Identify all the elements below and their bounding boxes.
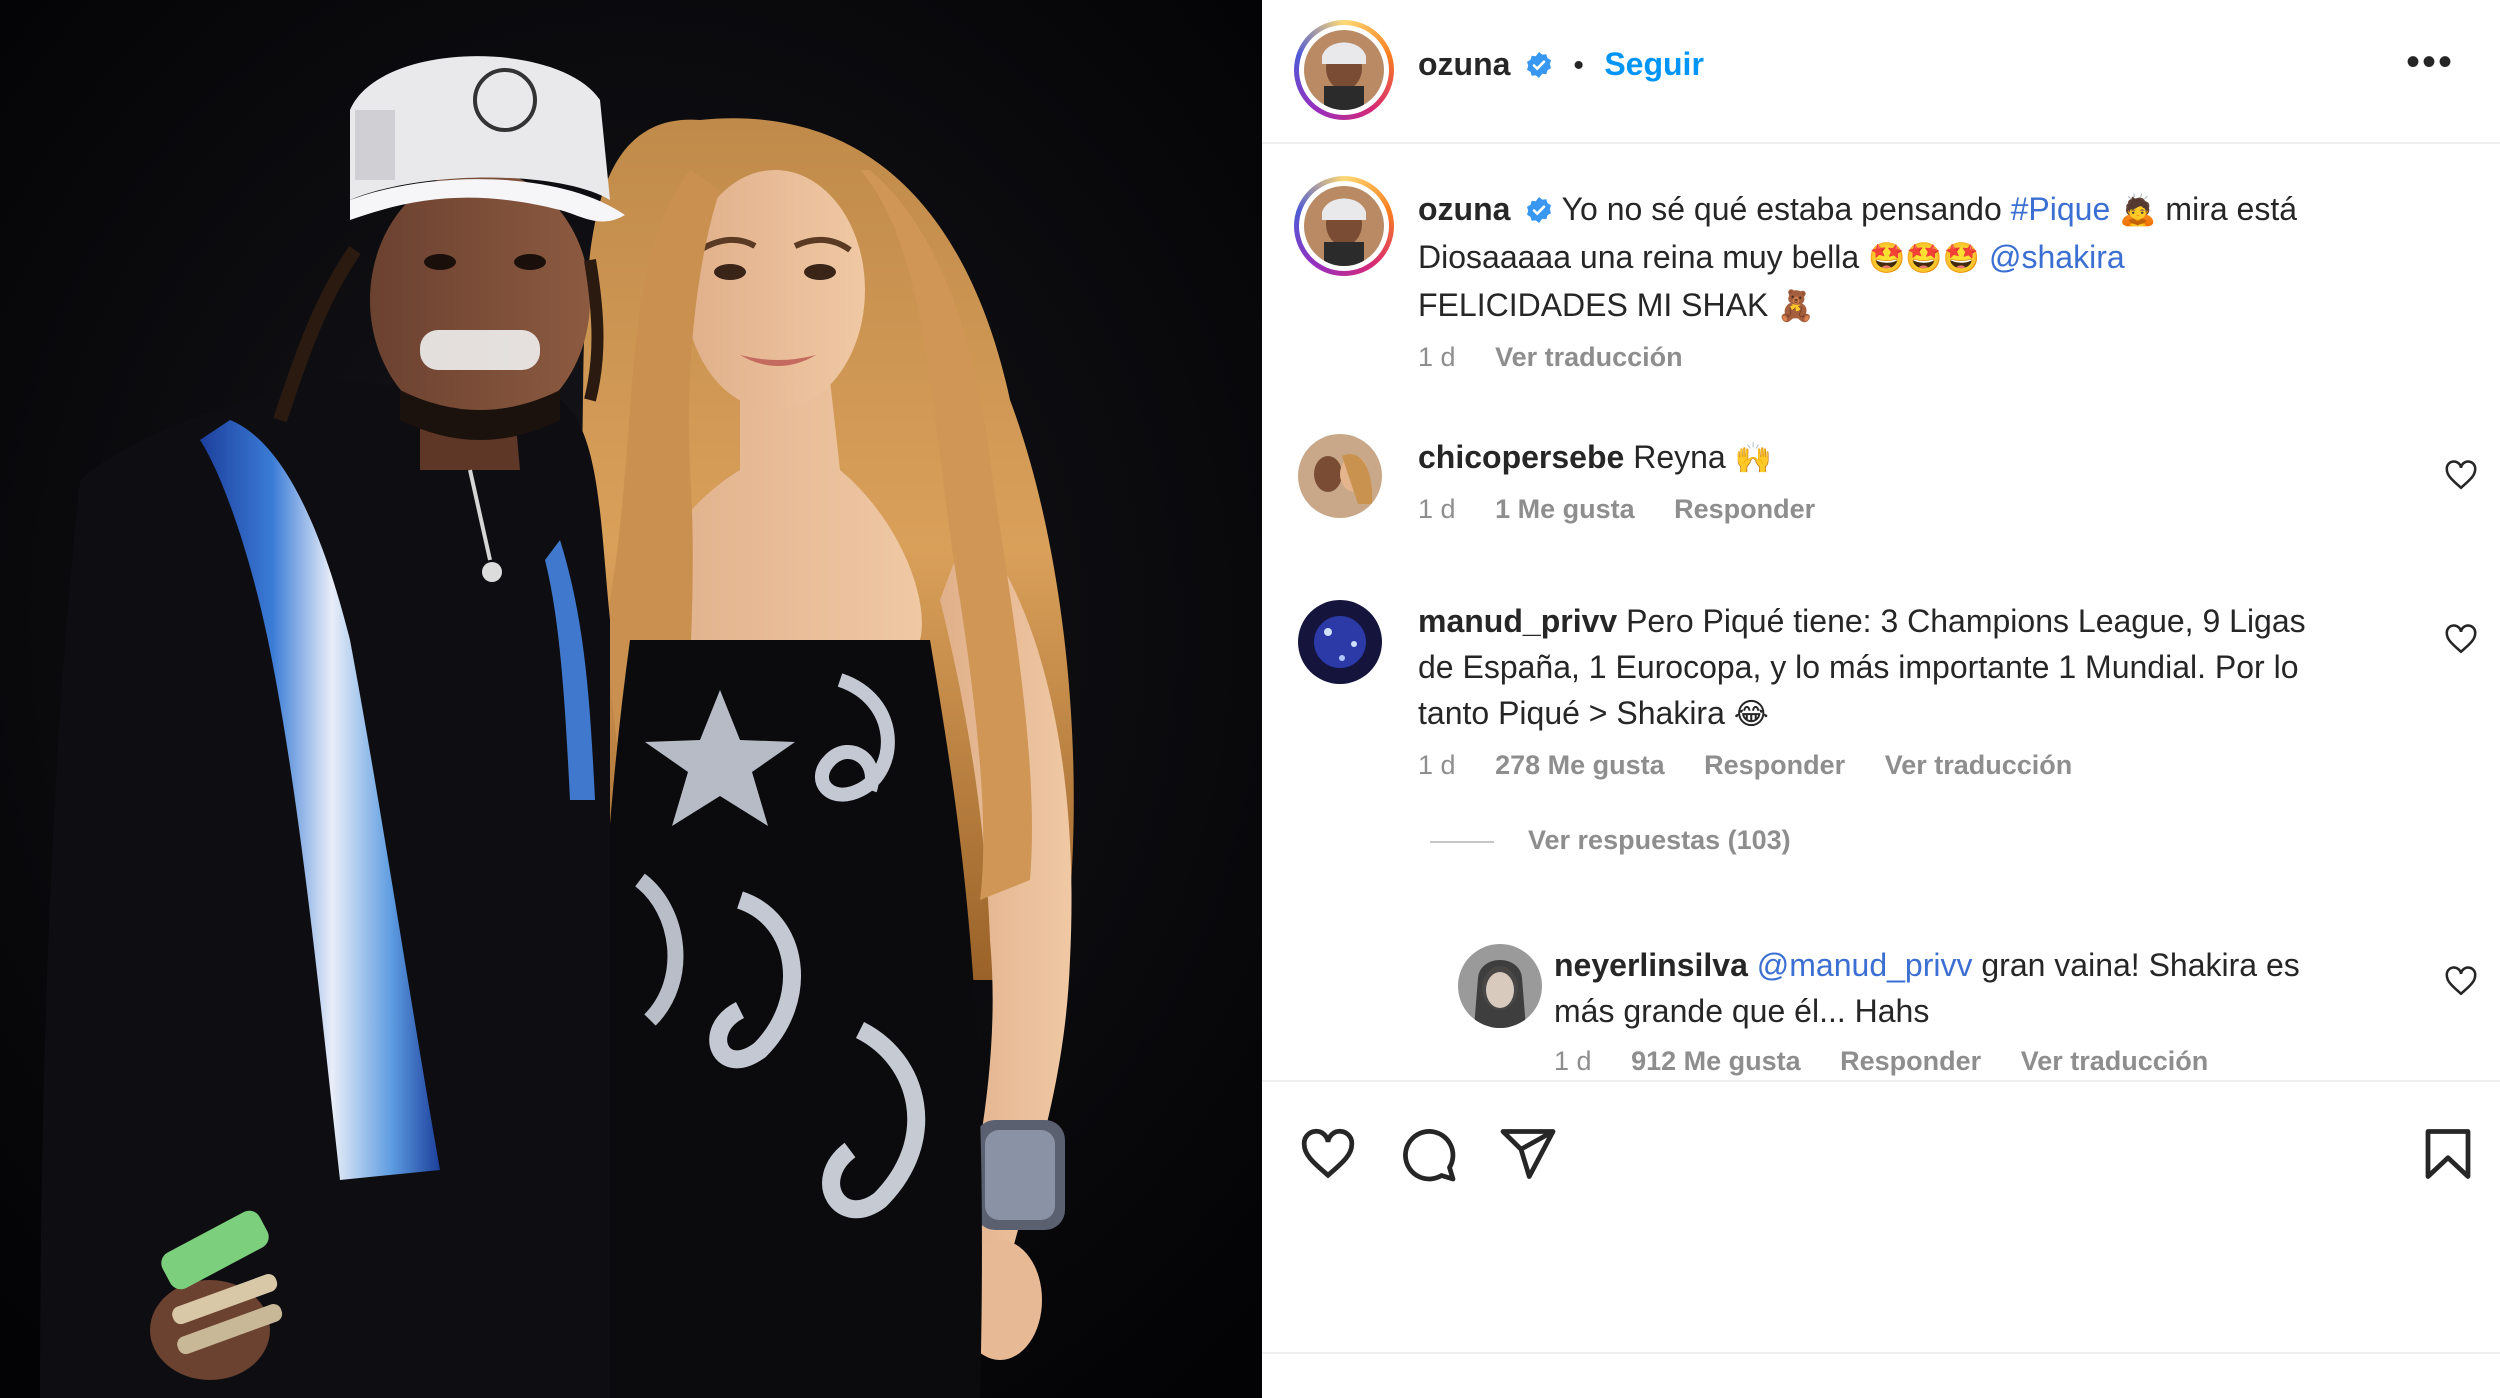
verified-icon bbox=[1526, 52, 1551, 78]
view-replies-button[interactable]: Ver respuestas (103) bbox=[1430, 825, 2418, 856]
comment-text-line1: Pero Piqué tiene: 3 Champions League, 9 … bbox=[1626, 603, 2306, 639]
teddy-bear-emoji-icon: 🧸 bbox=[1777, 289, 1815, 324]
comment-text-line2: más grande que él... Hahs bbox=[1554, 993, 1930, 1029]
avatar-image-icon bbox=[1304, 186, 1384, 266]
comment-icon[interactable] bbox=[1398, 1124, 1458, 1184]
caption-avatar[interactable] bbox=[1294, 176, 1394, 276]
translate-button[interactable]: Ver traducción bbox=[2021, 1046, 2209, 1076]
comment-user[interactable]: neyerlinsilva bbox=[1554, 947, 1748, 983]
comment-likes[interactable]: 1 Me gusta bbox=[1495, 494, 1635, 524]
comment-avatar[interactable] bbox=[1298, 434, 1382, 518]
caption-hashtag[interactable]: #Pique bbox=[2011, 191, 2111, 227]
post-panel: ozuna • Seguir ••• ozuna Yo no sé qué es… bbox=[1262, 0, 2500, 1398]
caption-mention[interactable]: @shakira bbox=[1989, 239, 2125, 275]
share-icon[interactable] bbox=[1498, 1124, 1558, 1184]
verified-icon bbox=[1527, 197, 1552, 223]
laughing-emoji-icon: 😂 bbox=[1733, 697, 1769, 732]
replies-divider bbox=[1430, 840, 1494, 843]
photo-illustration bbox=[0, 0, 1262, 1398]
caption: ozuna Yo no sé qué estaba pensando #Piqu… bbox=[1418, 186, 2458, 373]
star-eyes-emoji-icon: 🤩🤩🤩 bbox=[1868, 241, 1981, 276]
caption-translate[interactable]: Ver traducción bbox=[1495, 342, 1683, 372]
comment: manud_privv Pero Piqué tiene: 3 Champion… bbox=[1418, 598, 2418, 856]
comment: chicopersebe Reyna 🙌 1 d 1 Me gusta Resp… bbox=[1418, 434, 2418, 525]
translate-button[interactable]: Ver traducción bbox=[1885, 750, 2073, 780]
comment-likes[interactable]: 278 Me gusta bbox=[1495, 750, 1665, 780]
reply-button[interactable]: Responder bbox=[1840, 1046, 1981, 1076]
caption-part2: mira está bbox=[2165, 191, 2297, 227]
comment-text: Reyna bbox=[1633, 439, 1726, 475]
comment-text-line2: de España, 1 Eurocopa, y lo más importan… bbox=[1418, 649, 2299, 685]
avatar-image-icon bbox=[1298, 600, 1382, 684]
comment-user[interactable]: manud_privv bbox=[1418, 603, 1617, 639]
avatar-image-icon bbox=[1298, 434, 1382, 518]
comment-time[interactable]: 1 d bbox=[1554, 1046, 1592, 1076]
caption-time[interactable]: 1 d bbox=[1418, 342, 1456, 372]
author-avatar[interactable] bbox=[1294, 20, 1394, 120]
bow-emoji-icon: 🙇 bbox=[2119, 193, 2157, 228]
author-username[interactable]: ozuna bbox=[1418, 46, 1510, 82]
follow-button[interactable]: Seguir bbox=[1604, 46, 1704, 82]
comment-text-line3: tanto Piqué > Shakira bbox=[1418, 695, 1725, 731]
like-comment-heart-icon[interactable] bbox=[2444, 622, 2478, 656]
reply-avatar[interactable] bbox=[1458, 944, 1542, 1028]
comment-time[interactable]: 1 d bbox=[1418, 750, 1456, 780]
caption-author[interactable]: ozuna bbox=[1418, 191, 1510, 227]
raised-hands-emoji-icon: 🙌 bbox=[1734, 441, 1772, 476]
reply-button[interactable]: Responder bbox=[1674, 494, 1815, 524]
comment-likes[interactable]: 912 Me gusta bbox=[1631, 1046, 1801, 1076]
comment-meta: 1 d 912 Me gusta Responder Ver traducció… bbox=[1554, 1046, 2434, 1077]
comment-meta: 1 d 278 Me gusta Responder Ver traducció… bbox=[1418, 750, 2418, 781]
separator-dot: • bbox=[1573, 49, 1584, 82]
bookmark-icon[interactable] bbox=[2418, 1124, 2478, 1184]
more-options-icon[interactable]: ••• bbox=[2400, 42, 2460, 92]
post-header: ozuna • Seguir ••• bbox=[1262, 0, 2500, 144]
caption-part1: Yo no sé qué estaba pensando bbox=[1561, 191, 2002, 227]
caption-meta: 1 d Ver traducción bbox=[1418, 342, 2458, 373]
view-replies-label: Ver respuestas (103) bbox=[1528, 825, 1791, 855]
footer-divider bbox=[1262, 1352, 2500, 1354]
like-comment-heart-icon[interactable] bbox=[2444, 458, 2478, 492]
comment-user[interactable]: chicopersebe bbox=[1418, 439, 1624, 475]
caption-part4: FELICIDADES MI SHAK bbox=[1418, 287, 1769, 323]
comment-time[interactable]: 1 d bbox=[1418, 494, 1456, 524]
comments-section[interactable]: ozuna Yo no sé qué estaba pensando #Piqu… bbox=[1262, 144, 2500, 1078]
post-photo[interactable] bbox=[0, 0, 1262, 1398]
reply-comment: neyerlinsilva @manud_privv gran vaina! S… bbox=[1554, 942, 2434, 1077]
caption-part3: Diosaaaaa una reina muy bella bbox=[1418, 239, 1860, 275]
avatar-image-icon bbox=[1304, 30, 1384, 110]
heart-icon[interactable] bbox=[1298, 1124, 1358, 1184]
action-bar bbox=[1262, 1080, 2500, 1202]
caption-text: ozuna Yo no sé qué estaba pensando #Piqu… bbox=[1418, 186, 2458, 330]
like-comment-heart-icon[interactable] bbox=[2444, 964, 2478, 998]
comment-text-line1: gran vaina! Shakira es bbox=[1981, 947, 2300, 983]
header-author-row: ozuna • Seguir bbox=[1418, 46, 1704, 83]
comment-mention[interactable]: @manud_privv bbox=[1757, 947, 1973, 983]
comment-meta: 1 d 1 Me gusta Responder bbox=[1418, 494, 2418, 525]
comment-avatar[interactable] bbox=[1298, 600, 1382, 684]
reply-button[interactable]: Responder bbox=[1704, 750, 1845, 780]
avatar-image-icon bbox=[1458, 944, 1542, 1028]
